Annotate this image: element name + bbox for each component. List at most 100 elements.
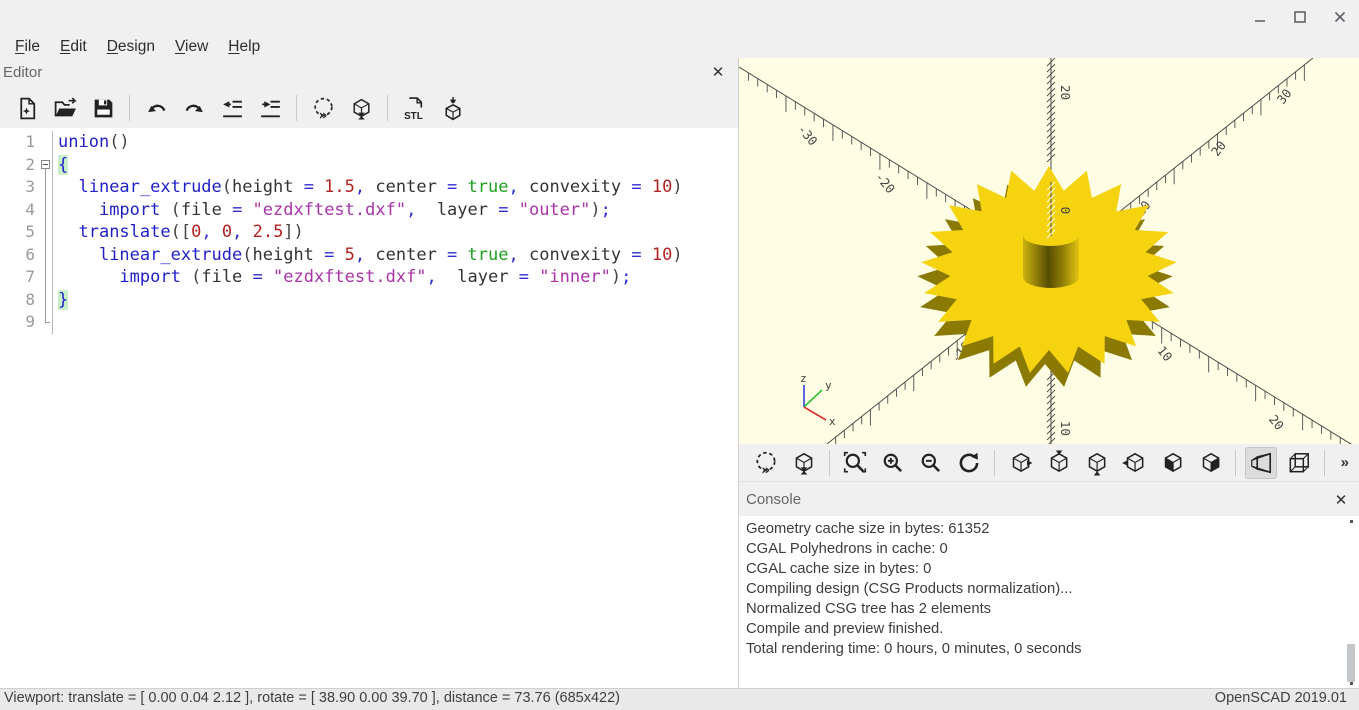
undo-button[interactable] (141, 93, 171, 123)
code-editor[interactable]: 1 union() 2{3 linear_extrude(height = 1.5,… (0, 128, 738, 688)
console-log[interactable]: Geometry cache size in bytes: 61352 CGAL … (739, 516, 1359, 688)
svg-text:STL: STL (404, 110, 423, 120)
svg-text:z: z (800, 372, 807, 385)
line-number: 4 (25, 199, 35, 219)
svg-text:»: » (318, 107, 327, 121)
code-line-2: 2{ (0, 153, 738, 177)
preview-button[interactable]: » (308, 93, 338, 123)
render-button[interactable] (788, 447, 820, 479)
menu-file[interactable]: File (5, 36, 50, 62)
code-line-4: 4 import (file = "ezdxftest.dxf", layer … (0, 198, 738, 221)
menu-view[interactable]: View (165, 36, 218, 62)
menu-edit[interactable]: Edit (50, 36, 97, 62)
reset-view-button[interactable] (953, 447, 985, 479)
render-button[interactable] (346, 93, 376, 123)
toolbar-separator (1324, 449, 1325, 476)
code-text: import (file = "ezdxftest.dxf", layer = … (119, 267, 632, 287)
editor-toolbar: » STL (0, 88, 738, 128)
toolbar-separator (129, 95, 130, 121)
console-scrollbar[interactable] (1345, 516, 1355, 688)
menu-help[interactable]: Help (218, 36, 270, 62)
editor-panel-header: Editor ✕ (0, 62, 738, 86)
svg-text:0: 0 (1058, 207, 1073, 215)
unindent-button[interactable] (217, 93, 247, 123)
line-number: 2 (25, 154, 35, 174)
save-button[interactable] (88, 93, 118, 123)
minimize-button[interactable] (1251, 8, 1269, 26)
3d-viewport[interactable]: -30-20-101020-1010203020100zyx (739, 58, 1359, 444)
redo-button[interactable] (179, 93, 209, 123)
view-back-icon (1197, 450, 1223, 476)
code-line-5: 5 translate([0, 0, 2.5]) (0, 221, 738, 244)
indent-button[interactable] (255, 93, 285, 123)
zoom-in-icon (880, 450, 906, 476)
preview-button[interactable]: » (750, 447, 782, 479)
preview-icon: » (753, 450, 779, 476)
orthogonal-button[interactable] (1283, 447, 1315, 479)
maximize-button[interactable] (1291, 8, 1309, 26)
code-line-9: 9 (0, 311, 738, 334)
code-line-7: 7 import (file = "ezdxftest.dxf", layer … (0, 266, 738, 289)
code-line-6: 6 linear_extrude(height = 5, center = tr… (0, 243, 738, 266)
console-line: Compiling design (CSG Products normaliza… (746, 581, 1073, 597)
menu-design[interactable]: Design (97, 36, 165, 62)
view-bottom-icon (1083, 450, 1109, 476)
console-line: Normalized CSG tree has 2 elements (746, 601, 992, 617)
export-stl-icon: STL (402, 96, 427, 121)
code-text: translate([0, 0, 2.5]) (78, 222, 304, 242)
code-text: linear_extrude(height = 1.5, center = tr… (78, 177, 683, 197)
view-top-button[interactable] (1042, 447, 1074, 479)
close-button[interactable] (1331, 8, 1349, 26)
code-text: } (58, 289, 69, 310)
fold-margin[interactable] (40, 153, 53, 177)
editor-panel-title: Editor (3, 64, 43, 81)
view-front-button[interactable] (1156, 447, 1188, 479)
3d-scene: -30-20-101020-1010203020100zyx (739, 58, 1352, 444)
perspective-button[interactable] (1245, 446, 1277, 479)
fold-margin (40, 311, 53, 334)
console-close-icon[interactable]: ✕ (1331, 490, 1351, 510)
view-bottom-button[interactable] (1080, 447, 1112, 479)
scrollbar-up-arrow[interactable] (1350, 520, 1353, 523)
fold-margin (40, 176, 53, 199)
console-line: CGAL cache size in bytes: 0 (746, 561, 932, 577)
code-text: linear_extrude(height = 5, center = true… (98, 244, 683, 265)
print-3d-icon (440, 96, 465, 121)
new-file-icon (15, 96, 40, 121)
view-back-button[interactable] (1194, 447, 1226, 479)
editor-close-icon[interactable]: ✕ (708, 62, 728, 82)
view-left-button[interactable] (1118, 447, 1150, 479)
svg-text:10: 10 (1154, 343, 1175, 364)
new-file-button[interactable] (12, 93, 42, 123)
scrollbar-down-arrow[interactable] (1350, 682, 1353, 685)
fold-margin (40, 221, 53, 244)
zoom-all-icon (842, 450, 868, 476)
statusbar: Viewport: translate = [ 0.00 0.04 2.12 ]… (0, 688, 1359, 710)
indent-icon (258, 96, 283, 121)
code-text: { (58, 154, 69, 175)
export-stl-button[interactable]: STL (399, 93, 429, 123)
view-top-icon (1045, 450, 1071, 476)
svg-text:20: 20 (1058, 85, 1073, 100)
toolbar-separator (829, 449, 830, 476)
zoom-in-button[interactable] (877, 447, 909, 479)
line-number: 9 (25, 312, 35, 331)
unindent-icon (220, 96, 245, 121)
zoom-out-button[interactable] (915, 447, 947, 479)
scrollbar-thumb[interactable] (1347, 644, 1355, 682)
view-right-button[interactable] (1004, 447, 1036, 479)
open-button[interactable] (50, 93, 80, 123)
view-front-icon (1159, 450, 1185, 476)
openscad-window: File Edit Design View Help Editor ✕ » STL 1 un… (0, 0, 1359, 710)
toolbar-separator (994, 449, 995, 476)
fold-margin (40, 243, 53, 266)
toolbar-separator (296, 95, 297, 121)
toolbar-separator (387, 95, 388, 121)
open-icon (53, 96, 78, 121)
zoom-all-button[interactable] (839, 447, 871, 479)
toolbar-overflow-button[interactable]: » (1341, 454, 1349, 471)
print-3d-button[interactable] (437, 93, 467, 123)
fold-margin (40, 288, 53, 311)
line-number: 5 (25, 222, 35, 241)
